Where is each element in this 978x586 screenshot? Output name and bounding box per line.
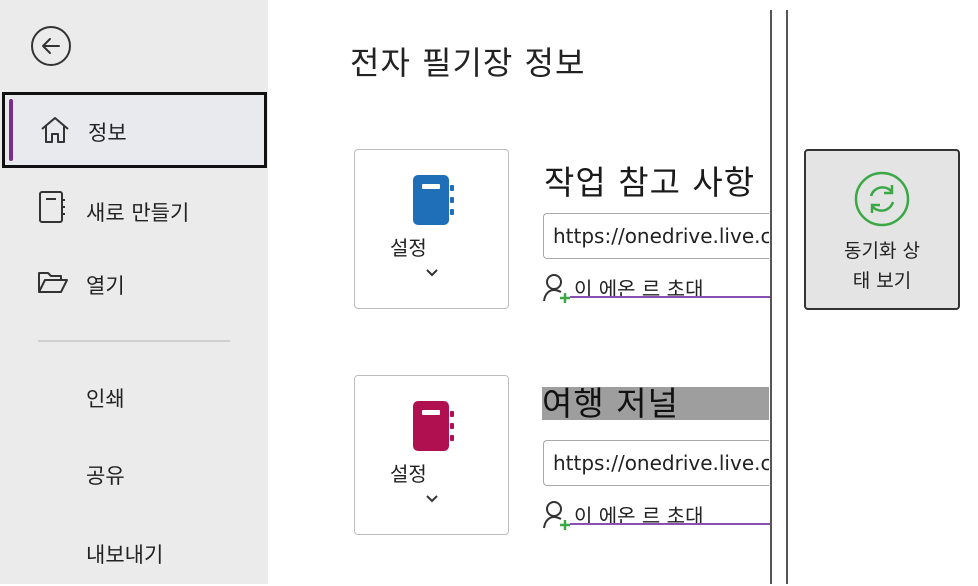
notebook-name: 여행 저널 [542,387,769,420]
notebook-new-icon [39,191,65,223]
notebook-icon [413,401,454,451]
pane-divider[interactable] [770,10,772,584]
chevron-down-icon [426,495,438,503]
notebook-settings-button[interactable]: 설정 [354,149,509,309]
sync-label-line1: 동기화 상 [844,240,920,262]
sidebar-item-label: 정보 [88,121,127,145]
folder-open-icon [38,272,68,293]
sidebar-item-label: 공유 [86,464,125,488]
notebook-url-text: https://onedrive.live.com/ [553,224,769,248]
sidebar-item-label: 인쇄 [86,387,125,411]
notebook-settings-button[interactable]: 설정 [354,375,509,535]
sidebar-item-label: 열기 [86,274,125,298]
sidebar-item-open[interactable]: 열기 [0,246,268,320]
sync-label-line2: 태 보기 [852,270,912,292]
invite-link[interactable]: 이 에온 르 초대 [542,273,772,307]
sidebar-item-share[interactable]: 공유 [0,434,268,508]
notebook-url-field[interactable]: https://onedrive.live.com/ [543,213,769,259]
sidebar-item-export[interactable]: 내보내기 [0,512,268,586]
notebook-icon [413,175,454,225]
pane-divider[interactable] [786,10,788,584]
arrow-left-icon [42,38,60,54]
sidebar-item-label: 내보내기 [86,543,164,567]
add-person-icon [543,501,570,530]
sync-icon [854,171,910,227]
notebook-url-text: https://onedrive.live.com/ [553,451,769,475]
sidebar-item-print[interactable]: 인쇄 [0,358,268,432]
view-sync-status-button[interactable]: 동기화 상 태 보기 [804,149,960,310]
sidebar-item-info[interactable]: 정보 [2,92,267,168]
sidebar-divider [38,340,230,342]
settings-label: 설정 [390,462,427,486]
sidebar: 정보 새로 만들기 열기 인쇄 공유 내보내기 [0,0,268,584]
page-title: 전자 필기장 정보 [350,44,586,82]
add-person-icon [543,274,570,303]
back-button[interactable] [31,26,71,66]
notebook-name: 작업 참고 사항 [544,163,756,202]
sync-label: 동기화 상 태 보기 [806,236,958,296]
link-underline [570,296,772,298]
sidebar-item-new[interactable]: 새로 만들기 [0,172,268,246]
chevron-down-icon [426,269,438,277]
sidebar-item-label: 새로 만들기 [86,201,190,225]
home-icon [41,117,69,143]
link-underline [570,523,772,525]
invite-link[interactable]: 이 에온 르 초대 [542,500,772,534]
notebook-url-field[interactable]: https://onedrive.live.com/ [543,440,769,486]
settings-label: 설정 [390,236,427,260]
